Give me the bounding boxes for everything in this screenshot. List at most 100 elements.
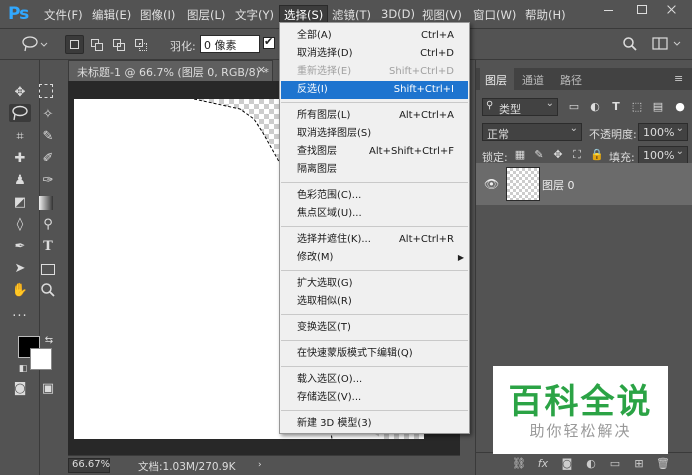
screen-mode-icon[interactable]: ▣ [39, 380, 57, 398]
lasso-preset-icon[interactable] [20, 34, 48, 57]
healing-brush-icon[interactable]: ✚ [11, 150, 29, 168]
hand-tool-icon[interactable]: ✋ [11, 282, 29, 300]
workspace-switcher-icon[interactable] [652, 36, 686, 52]
fill-field[interactable]: 100% [638, 146, 688, 164]
type-tool-icon[interactable]: T [39, 238, 57, 256]
new-selection-icon[interactable] [65, 35, 84, 54]
menu-quick-mask[interactable]: 在快速蒙版模式下编辑(Q) [281, 345, 468, 363]
fx-icon[interactable]: fx [536, 457, 550, 471]
menu-deselect-layers[interactable]: 取消选择图层(S) [281, 125, 468, 143]
menu-filter[interactable]: 滤镜(T) [332, 7, 371, 23]
new-layer-icon[interactable]: ⊞ [632, 457, 646, 471]
lock-transparency-icon[interactable]: ▦ [514, 149, 526, 161]
delete-layer-icon[interactable]: 🗑 [656, 457, 670, 471]
menu-type[interactable]: 文字(Y) [235, 7, 274, 23]
menu-separator [281, 340, 468, 341]
menu-file[interactable]: 文件(F) [44, 7, 83, 23]
menu-select-and-mask[interactable]: 选择并遮住(K)... Alt+Ctrl+R [281, 231, 468, 249]
close-icon[interactable] [661, 2, 683, 16]
subtract-selection-icon[interactable] [109, 35, 128, 54]
zoom-tool-icon[interactable] [39, 282, 57, 300]
lock-pixels-icon[interactable]: ✎ [533, 149, 545, 161]
menu-view[interactable]: 视图(V) [422, 7, 462, 23]
clone-stamp-icon[interactable]: ♟ [11, 172, 29, 190]
menu-focus-area[interactable]: 焦点区域(U)... [281, 205, 468, 223]
feather-input[interactable]: 0 像素 [200, 35, 260, 53]
menu-new-3d-model[interactable]: 新建 3D 模型(3) [281, 415, 468, 433]
filter-toggle-icon[interactable]: ● [674, 101, 686, 113]
gradient-tool-icon[interactable] [39, 196, 53, 210]
lasso-tool-icon[interactable] [9, 104, 31, 122]
blend-mode-dropdown[interactable]: 正常 [482, 123, 582, 141]
add-mask-icon[interactable]: ◙ [560, 457, 574, 471]
filter-shape-icon[interactable]: ⬚ [631, 101, 643, 113]
quick-mask-icon[interactable]: ◙ [11, 380, 29, 398]
menu-edit[interactable]: 编辑(E) [92, 7, 131, 23]
menu-deselect[interactable]: 取消选择(D) Ctrl+D [281, 45, 468, 63]
history-brush-icon[interactable]: ✑ [39, 172, 57, 190]
menu-grow[interactable]: 扩大选取(G) [281, 275, 468, 293]
magic-wand-icon[interactable]: ✧ [39, 106, 57, 124]
menu-similar[interactable]: 选取相似(R) [281, 293, 468, 311]
default-colors-icon[interactable]: ◧ [14, 360, 32, 378]
maximize-icon[interactable] [630, 2, 652, 16]
link-layers-icon[interactable]: ⛓ [512, 457, 526, 471]
move-tool-icon[interactable]: ✥ [11, 84, 29, 102]
crop-tool-icon[interactable]: ⌗ [11, 128, 29, 146]
filter-type-icon[interactable]: T [610, 101, 622, 113]
opacity-label: 不透明度: [589, 128, 637, 141]
menu-isolate-layers[interactable]: 隔离图层 [281, 161, 468, 179]
menu-inverse[interactable]: 反选(I) Shift+Ctrl+I [281, 81, 468, 99]
menu-save-selection[interactable]: 存储选区(V)... [281, 389, 468, 407]
minimize-icon[interactable] [598, 2, 620, 16]
lock-position-icon[interactable]: ✥ [552, 149, 564, 161]
layer-row[interactable]: 👁 图层 0 [476, 163, 692, 205]
close-tab-icon[interactable]: × [257, 63, 266, 76]
path-selection-icon[interactable]: ➤ [11, 260, 29, 278]
menu-color-range[interactable]: 色彩范围(C)... [281, 187, 468, 205]
panel-menu-icon[interactable]: ≡ [674, 72, 683, 85]
status-menu-arrow[interactable]: › [258, 460, 262, 470]
tab-channels[interactable]: 通道 [522, 72, 544, 88]
menu-modify[interactable]: 修改(M) ▶ [281, 249, 468, 267]
intersect-selection-icon[interactable] [131, 35, 150, 54]
menu-window[interactable]: 窗口(W) [473, 7, 516, 23]
lock-all-icon[interactable]: 🔒 [590, 149, 604, 161]
menu-load-selection[interactable]: 载入选区(O)... [281, 371, 468, 389]
eraser-tool-icon[interactable]: ◩ [11, 194, 29, 212]
filter-pixel-icon[interactable]: ▭ [568, 101, 580, 113]
menu-all-layers[interactable]: 所有图层(L) Alt+Ctrl+A [281, 107, 468, 125]
filter-smart-object-icon[interactable]: ▤ [652, 101, 664, 113]
menu-layer[interactable]: 图层(L) [187, 7, 225, 23]
marquee-tool-icon[interactable] [39, 84, 53, 98]
zoom-field[interactable]: 66.67% [68, 458, 110, 473]
menu-transform-selection[interactable]: 变换选区(T) [281, 319, 468, 337]
layer-name[interactable]: 图层 0 [542, 177, 575, 193]
menu-select-all[interactable]: 全部(A) Ctrl+A [281, 27, 468, 45]
adjustment-layer-icon[interactable]: ◐ [584, 457, 598, 471]
new-group-icon[interactable]: ▭ [608, 457, 622, 471]
anti-alias-checkbox[interactable] [263, 35, 275, 49]
more-tools-icon[interactable]: ··· [11, 308, 29, 326]
eyedropper-icon[interactable]: ✎ [39, 128, 57, 146]
eye-icon[interactable]: 👁 [484, 177, 499, 191]
search-icon[interactable] [622, 36, 638, 52]
menu-find-layers[interactable]: 查找图层 Alt+Shift+Ctrl+F [281, 143, 468, 161]
menu-3d[interactable]: 3D(D) [381, 7, 415, 21]
menu-help[interactable]: 帮助(H) [525, 7, 566, 23]
rectangle-tool-icon[interactable] [41, 264, 55, 275]
pen-tool-icon[interactable]: ✒ [11, 238, 29, 256]
opacity-field[interactable]: 100% [638, 123, 688, 141]
background-color-swatch[interactable] [30, 348, 52, 370]
lock-artboard-icon[interactable]: ⛶ [571, 149, 583, 161]
tab-layers[interactable]: 图层 [485, 72, 507, 88]
tab-paths[interactable]: 路径 [560, 72, 582, 88]
brush-tool-icon[interactable]: ✐ [39, 150, 57, 168]
filter-kind-dropdown[interactable]: ⚲ 类型 [482, 98, 558, 116]
blur-tool-icon[interactable]: ◊ [11, 216, 29, 234]
dodge-tool-icon[interactable]: ⚲ [39, 216, 57, 234]
filter-adjustment-icon[interactable]: ◐ [589, 101, 601, 113]
add-selection-icon[interactable] [87, 35, 106, 54]
menu-image[interactable]: 图像(I) [140, 7, 175, 23]
document-tab[interactable]: 未标题-1 @ 66.7% (图层 0, RGB/8) * × [68, 60, 273, 81]
